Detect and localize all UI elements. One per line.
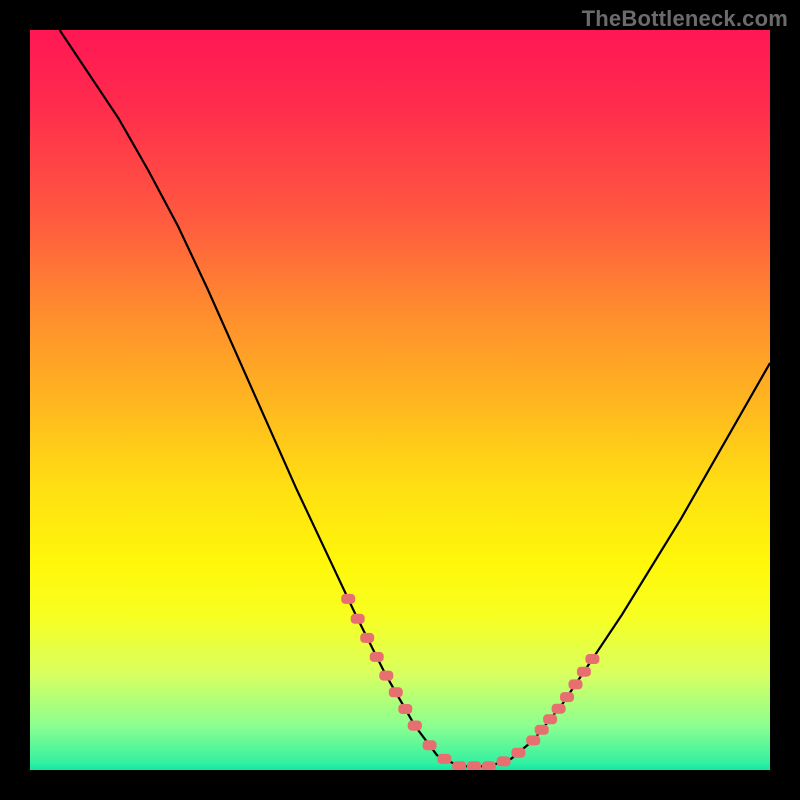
curve-marker (577, 667, 591, 677)
curve-marker (569, 679, 583, 689)
curve-marker (398, 704, 412, 714)
curve-marker (560, 692, 574, 702)
curve-marker (437, 754, 451, 764)
curve-marker (552, 704, 566, 714)
bottleneck-curve (30, 30, 770, 770)
curve-marker (543, 714, 557, 724)
chart-container: TheBottleneck.com (0, 0, 800, 800)
curve-marker (379, 671, 393, 681)
curve-marker (452, 761, 466, 770)
curve-marker (467, 761, 481, 770)
curve-marker (341, 594, 355, 604)
watermark-text: TheBottleneck.com (582, 6, 788, 32)
marker-group (341, 594, 599, 770)
curve-marker (526, 735, 540, 745)
curve-marker (423, 740, 437, 750)
curve-marker (360, 633, 374, 643)
curve-marker (497, 756, 511, 766)
curve-marker (511, 748, 525, 758)
plot-area (30, 30, 770, 770)
curve-marker (408, 721, 422, 731)
curve-path (60, 30, 770, 766)
curve-marker (535, 725, 549, 735)
curve-marker (351, 614, 365, 624)
curve-marker (370, 652, 384, 662)
curve-marker (389, 687, 403, 697)
curve-marker (585, 654, 599, 664)
curve-marker (482, 761, 496, 770)
